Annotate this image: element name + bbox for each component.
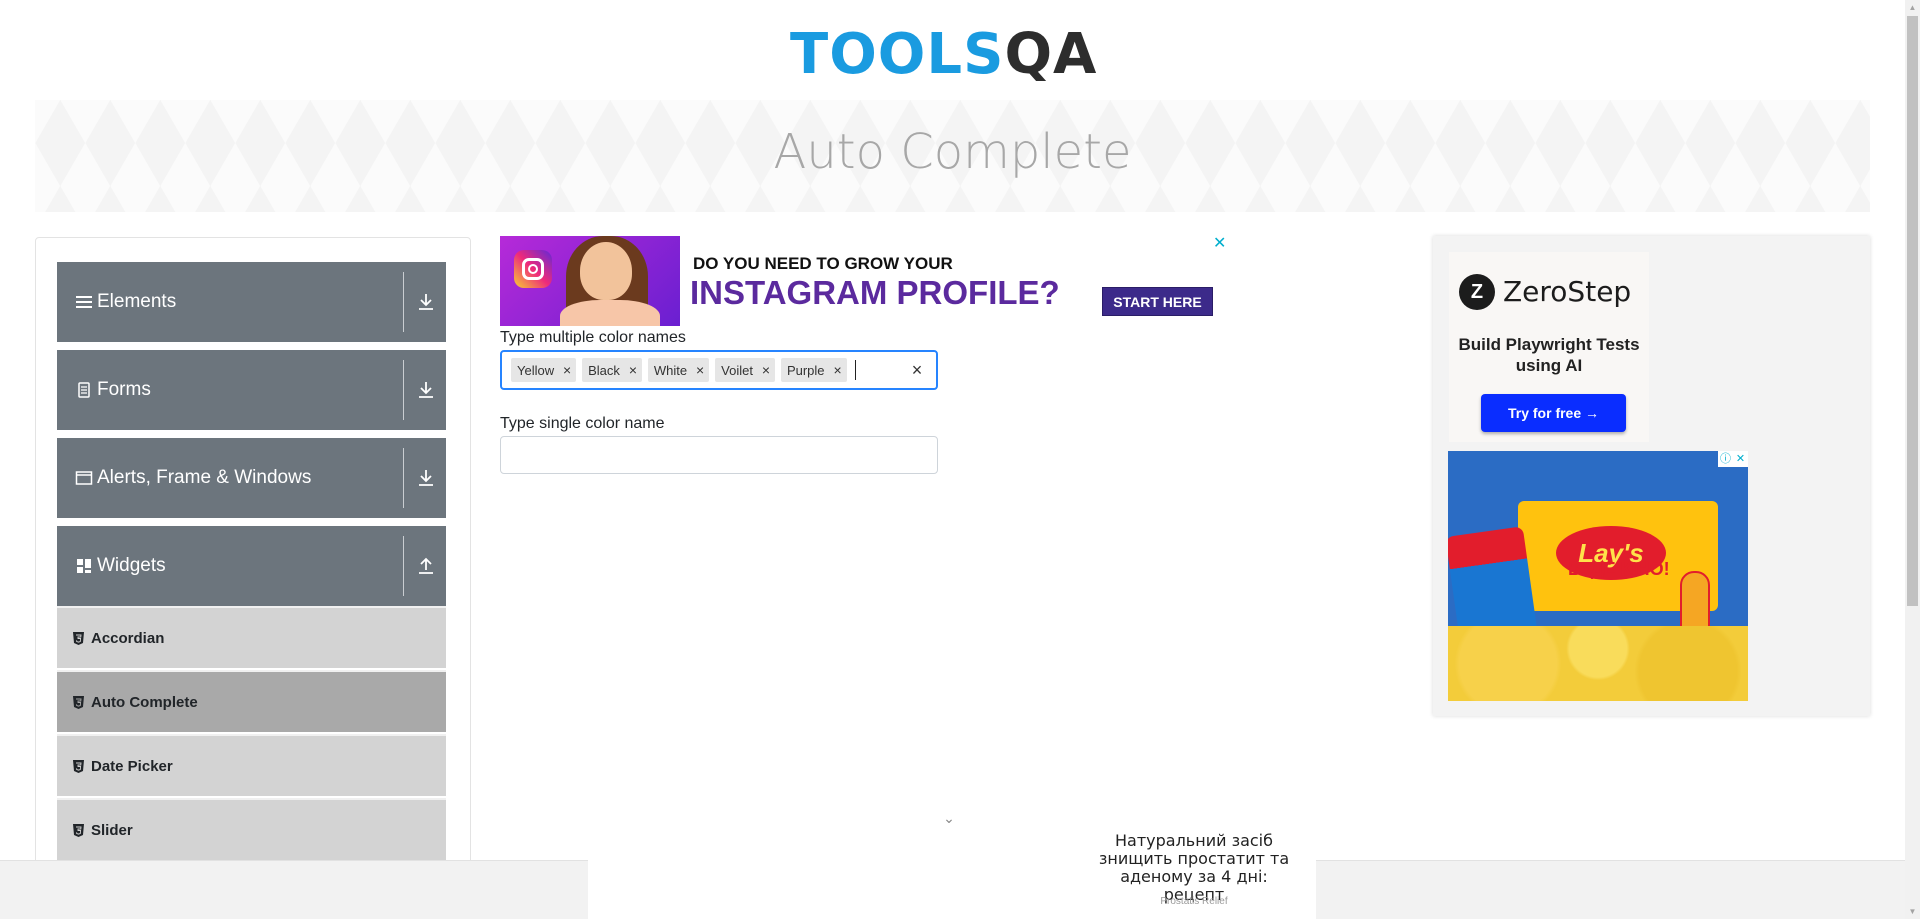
color-chip: Black × — [582, 358, 642, 382]
toolsqa-logo[interactable]: TOOLSQA — [790, 12, 1115, 92]
multi-color-label: Type multiple color names — [500, 329, 686, 346]
html-icon — [73, 695, 84, 709]
sidebar-item-date-picker[interactable]: Date Picker — [57, 734, 446, 796]
hamburger-icon — [76, 296, 92, 308]
sidebar-group-widgets[interactable]: Widgets — [57, 526, 446, 606]
sidebar-item-label: Slider — [91, 821, 133, 839]
divider — [403, 272, 404, 332]
zerostep-brand: ZeroStep — [1503, 275, 1632, 308]
expand-arrow-icon[interactable] — [414, 290, 438, 314]
scroll-down-icon[interactable]: ▼ — [1905, 904, 1920, 919]
ad-info-icon[interactable]: ⓘ — [1718, 451, 1733, 467]
logo-tools-text: TOOLS — [790, 22, 1005, 87]
html-icon — [73, 759, 84, 773]
sidebar: Elements Forms Alerts, Frame & Windows W… — [35, 237, 471, 919]
zerostep-tagline: Build Playwright Tests using AI — [1458, 335, 1640, 375]
expand-arrow-icon[interactable] — [414, 466, 438, 490]
sidebar-group-label: Forms — [97, 379, 151, 400]
bottom-ad-sponsor: Prostatis Relief — [1160, 896, 1228, 907]
ad-close-icon[interactable]: ✕ — [1213, 236, 1227, 252]
ad-choices[interactable]: ⓘ ✕ — [1718, 451, 1748, 467]
page-banner: Auto Complete — [35, 100, 1870, 212]
window-icon — [75, 471, 93, 485]
document-icon — [78, 382, 90, 398]
sidebar-group-label: Elements — [97, 291, 177, 312]
zerostep-ad[interactable]: Z ZeroStep Build Playwright Tests using … — [1449, 252, 1649, 442]
right-ad-column: Z ZeroStep Build Playwright Tests using … — [1433, 236, 1870, 716]
sidebar-group-label: Alerts, Frame & Windows — [97, 467, 312, 488]
ad-image — [500, 236, 680, 326]
divider — [403, 448, 404, 508]
page-header: TOOLSQA — [0, 0, 1905, 98]
html-icon — [73, 823, 84, 837]
ad-headline: DO YOU NEED TO GROW YOUR — [693, 254, 953, 273]
color-chip: Yellow × — [511, 358, 577, 382]
clear-all-icon[interactable]: × — [908, 360, 926, 380]
zerostep-logo-icon: Z — [1459, 274, 1495, 310]
bottom-ad-text[interactable]: Натуральний засіб знищить простатит та а… — [1088, 832, 1300, 904]
sidebar-item-auto-complete[interactable]: Auto Complete — [57, 670, 446, 732]
collapse-arrow-icon[interactable] — [414, 554, 438, 578]
ad-start-button[interactable]: START HERE — [1102, 287, 1213, 316]
chevron-down-icon[interactable]: ⌄ — [940, 810, 958, 826]
instagram-icon — [514, 250, 552, 288]
sidebar-item-slider[interactable]: Slider — [57, 798, 446, 860]
sidebar-item-accordian[interactable]: Accordian — [57, 606, 446, 668]
sidebar-item-label: Auto Complete — [91, 693, 198, 711]
divider — [403, 536, 404, 596]
scrollbar-thumb[interactable] — [1907, 16, 1918, 606]
try-for-free-button[interactable]: Try for free → — [1481, 394, 1626, 432]
remove-chip-icon[interactable]: × — [691, 358, 709, 382]
color-chip: Voilet × — [715, 358, 775, 382]
remove-chip-icon[interactable]: × — [558, 358, 576, 382]
multi-color-input[interactable]: Yellow × Black × White × Voilet × Purple × × — [500, 350, 938, 390]
grid-icon — [77, 559, 91, 573]
text-caret — [854, 360, 856, 380]
remove-chip-icon[interactable]: × — [757, 358, 775, 382]
chips-image — [1448, 626, 1748, 701]
color-chip: Purple × — [780, 358, 847, 382]
remove-chip-icon[interactable]: × — [624, 358, 642, 382]
color-chip: White × — [647, 358, 710, 382]
instagram-ad[interactable]: DO YOU NEED TO GROW YOUR INSTAGRAM PROFI… — [500, 236, 1228, 326]
sidebar-group-alerts[interactable]: Alerts, Frame & Windows — [57, 438, 446, 518]
scroll-up-icon[interactable]: ▲ — [1905, 0, 1920, 15]
sidebar-group-forms[interactable]: Forms — [57, 350, 446, 430]
single-color-input[interactable] — [500, 436, 938, 474]
remove-chip-icon[interactable]: × — [829, 358, 847, 382]
page-title: Auto Complete — [773, 124, 1132, 180]
divider — [403, 360, 404, 420]
ad-subheadline: INSTAGRAM PROFILE? — [690, 274, 1060, 311]
sidebar-group-elements[interactable]: Elements — [57, 262, 446, 342]
expand-arrow-icon[interactable] — [414, 378, 438, 402]
logo-qa-text: QA — [1004, 22, 1098, 87]
lays-headline: БУДЕ КІНО! — [1568, 559, 1670, 579]
single-color-label: Type single color name — [500, 415, 665, 432]
html-icon — [73, 631, 84, 645]
lays-ad[interactable]: Lay's БУДЕ КІНО! ⓘ ✕ — [1448, 451, 1748, 701]
sidebar-group-label: Widgets — [97, 555, 166, 576]
sidebar-item-label: Date Picker — [91, 757, 173, 775]
vertical-scrollbar[interactable]: ▲ ▼ — [1905, 0, 1920, 919]
sidebar-item-label: Accordian — [91, 629, 165, 647]
ad-close-icon[interactable]: ✕ — [1733, 451, 1748, 467]
